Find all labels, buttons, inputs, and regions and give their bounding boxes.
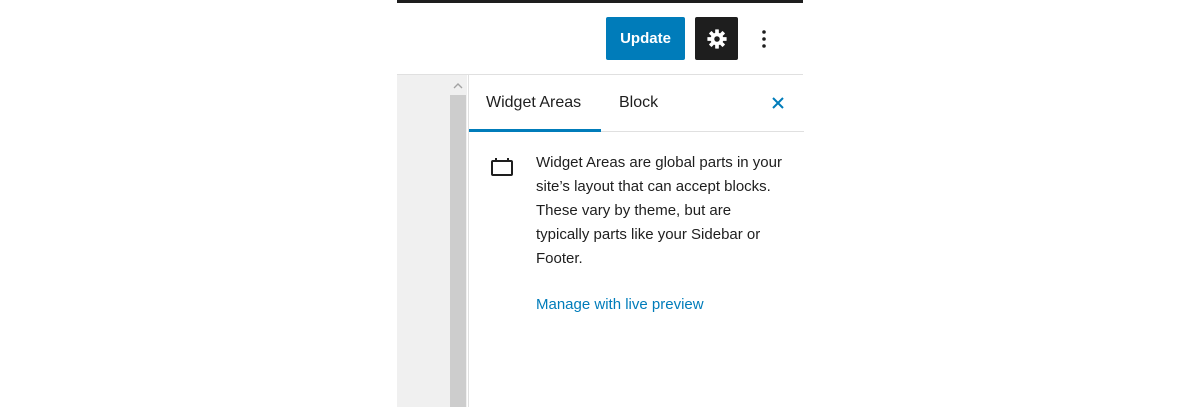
- scroll-up-arrow[interactable]: [452, 79, 464, 91]
- gear-icon: [706, 28, 727, 49]
- tab-block[interactable]: Block: [619, 75, 658, 131]
- scrollbar[interactable]: [449, 75, 467, 407]
- more-options-button[interactable]: [751, 22, 777, 56]
- close-icon: [772, 97, 784, 109]
- close-sidebar-button[interactable]: [766, 91, 790, 115]
- chevron-up-icon: [453, 82, 463, 88]
- editor-frame: Update Widget Areas Block Widget Areas a…: [397, 0, 804, 407]
- widget-area-icon: [491, 158, 513, 176]
- settings-sidebar: Widget Areas Block Widget Areas are glob…: [468, 75, 804, 407]
- active-tab-indicator: [469, 129, 601, 132]
- settings-button[interactable]: [695, 17, 738, 60]
- sidebar-tabs: Widget Areas Block: [469, 75, 804, 132]
- tab-widget-areas[interactable]: Widget Areas: [486, 75, 581, 131]
- editor-canvas: [397, 75, 449, 407]
- scrollbar-thumb[interactable]: [450, 95, 466, 407]
- widget-areas-description: Widget Areas are global parts in your si…: [536, 154, 782, 267]
- manage-live-preview-link[interactable]: Manage with live preview: [536, 293, 704, 317]
- update-button[interactable]: Update: [606, 17, 685, 60]
- vertical-ellipsis-icon: [762, 30, 766, 48]
- editor-header: Update: [397, 3, 803, 75]
